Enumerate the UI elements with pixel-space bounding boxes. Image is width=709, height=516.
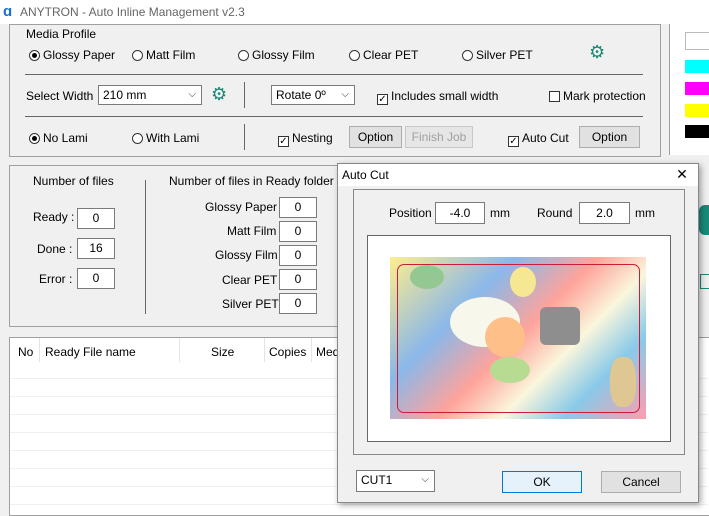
folder-glossy-film-label: Glossy Film <box>215 248 278 262</box>
radio-silver-pet[interactable]: Silver PET <box>462 48 533 62</box>
col-ready-file-name[interactable]: Ready File name <box>45 345 136 359</box>
black-swatch <box>685 125 709 138</box>
preview-canvas <box>367 235 671 442</box>
finish-job-button[interactable]: Finish Job <box>405 126 473 148</box>
col-media[interactable]: Med <box>316 345 339 359</box>
mark-protection-checkbox[interactable]: Mark protection <box>549 89 646 103</box>
round-label: Round <box>537 206 573 220</box>
cancel-button[interactable]: Cancel <box>601 471 681 493</box>
cut-select[interactable]: CUT1 ⌵ <box>356 470 435 492</box>
folder-glossy-paper-count: 0 <box>279 197 317 218</box>
folder-matt-film-count: 0 <box>279 221 317 242</box>
select-width-label: Select Width <box>26 89 94 103</box>
divider-2 <box>25 116 643 117</box>
error-label: Error : <box>39 272 73 286</box>
yellow-swatch <box>685 104 709 117</box>
dialog-title-bar: Auto Cut ✕ <box>338 164 698 186</box>
magenta-swatch <box>685 82 709 95</box>
radio-no-lami-circle[interactable] <box>29 133 40 144</box>
check-icon[interactable]: ✓ <box>508 136 519 147</box>
auto-cut-checkbox[interactable]: ✓ Auto Cut <box>508 131 569 147</box>
folder-glossy-paper-label: Glossy Paper <box>205 200 278 214</box>
nesting-checkbox[interactable]: ✓ Nesting <box>278 131 333 147</box>
check-icon[interactable]: ✓ <box>377 94 388 105</box>
radio-matt-film-circle[interactable] <box>132 50 143 61</box>
radio-clear-pet[interactable]: Clear PET <box>349 48 418 62</box>
folder-glossy-film-count: 0 <box>279 245 317 266</box>
col-size[interactable]: Size <box>211 345 234 359</box>
auto-cut-dialog: Auto Cut ✕ Position -4.0 mm Round 2.0 mm… <box>337 163 699 503</box>
radio-glossy-paper-circle[interactable] <box>29 50 40 61</box>
ready-folder-label: Number of files in Ready folder <box>169 174 334 188</box>
chevron-down-icon: ⌵ <box>188 89 196 100</box>
ready-label: Ready : <box>33 210 75 224</box>
cut-line <box>397 264 640 413</box>
ready-count-field: 0 <box>77 208 115 229</box>
col-copies[interactable]: Copies <box>269 345 306 359</box>
side-tab-icon[interactable] <box>699 205 709 235</box>
folder-silver-pet-label: Silver PET <box>222 297 279 311</box>
round-unit: mm <box>635 206 655 220</box>
chevron-down-icon: ⌵ <box>421 474 429 485</box>
dialog-close-icon[interactable]: ✕ <box>672 166 692 183</box>
app-title: ANYTRON - Auto Inline Management v2.3 <box>20 5 245 19</box>
radio-glossy-film-circle[interactable] <box>238 50 249 61</box>
divider-v1 <box>244 82 245 108</box>
side-folder-icon[interactable] <box>700 274 709 289</box>
position-unit: mm <box>490 206 510 220</box>
radio-clear-pet-circle[interactable] <box>349 50 360 61</box>
divider-1 <box>25 74 643 75</box>
width-settings-gear-icon[interactable]: ⚙ <box>211 85 227 103</box>
ok-button[interactable]: OK <box>502 471 582 493</box>
counts-divider <box>145 180 146 314</box>
error-count-field: 0 <box>77 268 115 289</box>
folder-matt-film-label: Matt Film <box>227 224 277 238</box>
width-select[interactable]: 210 mm ⌵ <box>98 85 202 105</box>
cyan-swatch <box>685 60 709 73</box>
ink-empty-swatch <box>685 32 709 50</box>
position-input[interactable]: -4.0 <box>435 202 485 224</box>
chevron-down-icon: ⌵ <box>341 89 349 100</box>
col-no[interactable]: No <box>18 345 33 359</box>
radio-no-lami[interactable]: No Lami <box>29 131 88 145</box>
folder-clear-pet-count: 0 <box>279 269 317 290</box>
round-input[interactable]: 2.0 <box>579 202 630 224</box>
radio-matt-film[interactable]: Matt Film <box>132 48 195 62</box>
radio-glossy-paper[interactable]: Glossy Paper <box>29 48 115 62</box>
radio-silver-pet-circle[interactable] <box>462 50 473 61</box>
rotate-select[interactable]: Rotate 0º ⌵ <box>271 85 355 105</box>
media-profile-label: Media Profile <box>26 27 97 41</box>
ink-panel <box>669 24 709 155</box>
number-of-files-label: Number of files <box>33 174 114 188</box>
checkbox-box[interactable] <box>549 91 560 102</box>
folder-silver-pet-count: 0 <box>279 293 317 314</box>
title-bar: ɑ ANYTRON - Auto Inline Management v2.3 <box>0 0 709 24</box>
app-logo-icon: ɑ <box>3 3 13 20</box>
radio-with-lami-circle[interactable] <box>132 133 143 144</box>
radio-glossy-film[interactable]: Glossy Film <box>238 48 315 62</box>
divider-v2 <box>244 124 245 150</box>
auto-cut-option-button[interactable]: Option <box>579 126 640 148</box>
done-count-field: 16 <box>77 238 115 259</box>
done-label: Done : <box>37 242 73 256</box>
folder-clear-pet-label: Clear PET <box>222 273 278 287</box>
check-icon[interactable]: ✓ <box>278 136 289 147</box>
includes-small-width-checkbox[interactable]: ✓ Includes small width <box>377 89 498 105</box>
media-settings-gear-icon[interactable]: ⚙ <box>589 43 605 61</box>
position-label: Position <box>389 206 432 220</box>
dialog-title: Auto Cut <box>342 168 389 182</box>
nesting-option-button[interactable]: Option <box>349 126 402 148</box>
radio-with-lami[interactable]: With Lami <box>132 131 199 145</box>
